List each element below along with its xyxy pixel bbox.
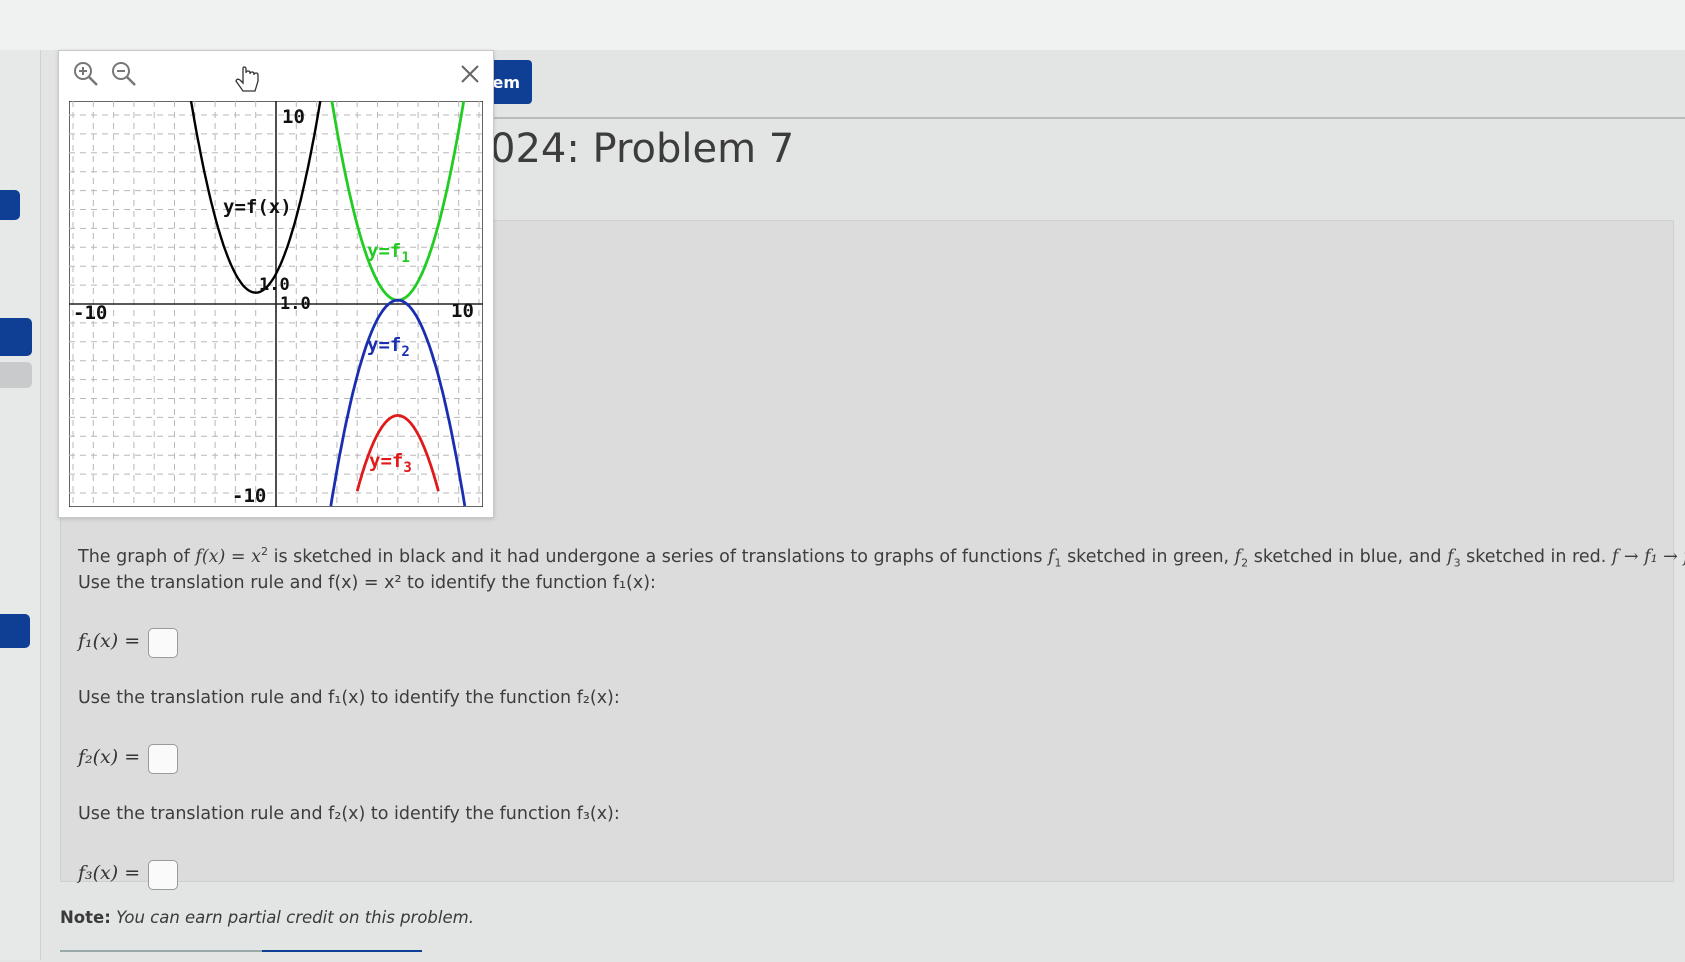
close-icon[interactable]: [455, 59, 485, 89]
question-1: Use the translation rule and f(x) = x² t…: [78, 573, 656, 593]
question-3: Use the translation rule and f₂(x) to id…: [78, 804, 620, 824]
zoom-in-icon[interactable]: [71, 59, 101, 89]
tick-label-x-right: 10: [451, 300, 474, 322]
answer-3-input[interactable]: [148, 860, 178, 890]
partial-credit-note: Note: You can earn partial credit on thi…: [60, 908, 474, 927]
browser-top-strip: [0, 0, 1685, 50]
tick-label-vertex-y: 1.0: [259, 275, 290, 295]
page-title: 024: Problem 7: [490, 126, 795, 172]
translations-graph: 10 -10 -10 10 1.0 1.0 y=f(x) y=f1 y=f2 y…: [69, 101, 483, 507]
zoom-out-icon[interactable]: [109, 59, 139, 89]
bottom-button-2[interactable]: [262, 950, 422, 962]
left-sidebar: [0, 50, 41, 960]
label-f: y=f(x): [223, 196, 292, 218]
hand-cursor-icon: [235, 65, 265, 95]
graph-popup: 10 -10 -10 10 1.0 1.0 y=f(x) y=f1 y=f2 y…: [58, 50, 494, 518]
answer-2-label: f₂(x) =: [78, 746, 141, 768]
sidebar-tab-1[interactable]: [0, 190, 20, 220]
popup-toolbar: [59, 51, 493, 97]
answer-2-input[interactable]: [148, 744, 178, 774]
header-divider: [470, 117, 1685, 119]
question-2: Use the translation rule and f₁(x) to id…: [78, 688, 620, 708]
tick-label-y-top: 10: [282, 106, 305, 128]
sidebar-tab-2[interactable]: [0, 318, 32, 356]
tick-label-vertex-x: 1.0: [280, 294, 311, 314]
sidebar-tab-3[interactable]: [0, 362, 32, 388]
answer-1-label: f₁(x) =: [78, 630, 141, 652]
sidebar-tab-4[interactable]: [0, 614, 30, 648]
note-text: You can earn partial credit on this prob…: [116, 908, 474, 927]
bottom-button-1[interactable]: [60, 950, 280, 962]
tick-label-y-bottom: -10: [232, 485, 266, 507]
answer-1-input[interactable]: [148, 628, 178, 658]
answer-3-label: f₃(x) =: [78, 862, 141, 884]
note-label: Note:: [60, 908, 111, 927]
tick-label-x-left: -10: [73, 302, 107, 324]
problem-intro: The graph of f(x) = x2 is sketched in bl…: [78, 545, 1685, 570]
